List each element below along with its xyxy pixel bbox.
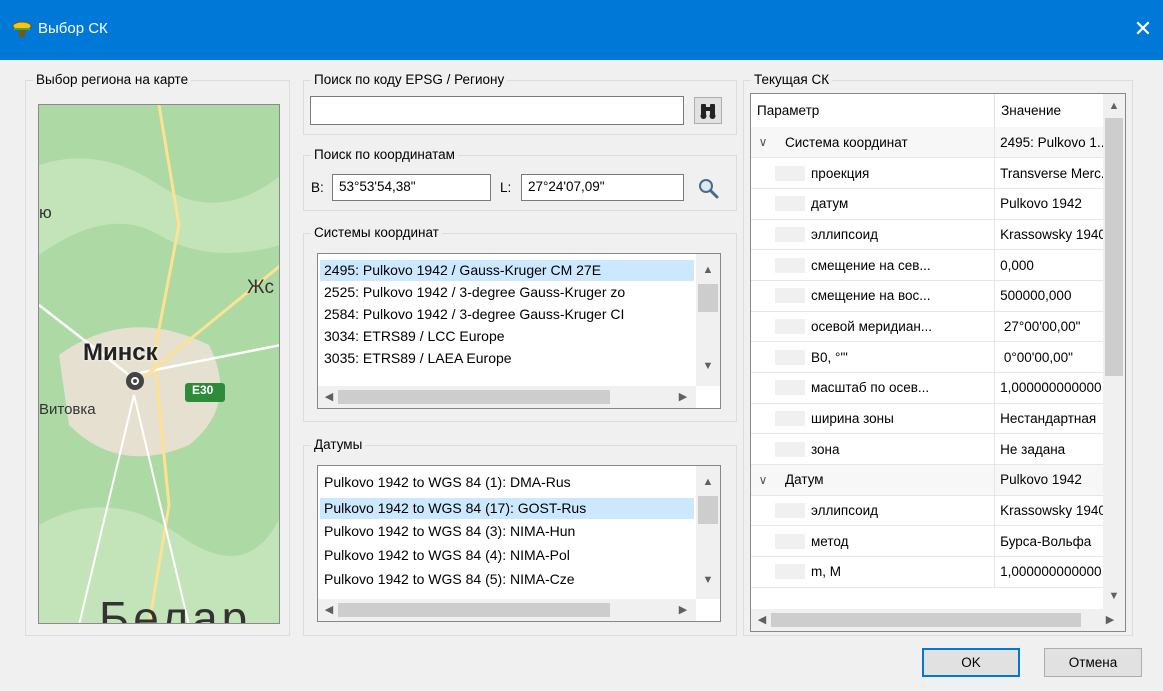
grid-row[interactable]: эллипсоид Krassowsky 1940 bbox=[751, 495, 1125, 527]
scroll-thumb[interactable] bbox=[1105, 118, 1123, 376]
map-label-left: ю bbox=[39, 203, 52, 222]
road-badge: E30 bbox=[192, 383, 214, 397]
coordinate-systems-list[interactable]: 2495: Pulkovo 1942 / Gauss-Kruger CM 27E… bbox=[317, 253, 721, 409]
systems-group-label: Системы координат bbox=[311, 225, 442, 240]
scroll-right-icon[interactable]: ▶ bbox=[676, 390, 690, 403]
title-bar bbox=[0, 0, 1163, 59]
epsg-search-input[interactable] bbox=[310, 96, 684, 125]
ok-button[interactable]: OK bbox=[922, 648, 1020, 677]
horizontal-scrollbar[interactable]: ◀ ▶ bbox=[318, 599, 696, 621]
parameter-name: осевой меридиан... bbox=[811, 318, 933, 334]
properties-table: Параметр Значение ∨ Система координат 2495… bbox=[751, 94, 1125, 588]
scroll-thumb[interactable] bbox=[771, 613, 1081, 627]
scroll-thumb[interactable] bbox=[338, 603, 610, 617]
grid-row[interactable]: ∨ Датум Pulkovo 1942 bbox=[751, 464, 1125, 496]
list-item[interactable]: 2495: Pulkovo 1942 / Gauss-Kruger CM 27E bbox=[320, 260, 694, 281]
scroll-right-icon[interactable]: ▶ bbox=[1103, 613, 1117, 626]
close-icon[interactable]: ✕ bbox=[1128, 14, 1158, 44]
scroll-up-icon[interactable]: ▲ bbox=[1103, 100, 1125, 112]
scroll-thumb[interactable] bbox=[698, 496, 718, 524]
datums-list[interactable]: Pulkovo 1942 to WGS 84 (1): DMA-Rus Pulk… bbox=[317, 465, 721, 622]
list-item[interactable]: Pulkovo 1942 to WGS 84 (3): NIMA-Hun bbox=[324, 521, 690, 542]
parameter-name: Система координат bbox=[785, 134, 908, 150]
cancel-button[interactable]: Отмена bbox=[1044, 648, 1142, 677]
scroll-thumb[interactable] bbox=[698, 284, 718, 312]
grid-row[interactable]: B0, °'" 0°00'00,00" bbox=[751, 341, 1125, 373]
parameter-name: зона bbox=[811, 441, 840, 457]
magnifier-icon[interactable] bbox=[696, 176, 720, 200]
region-map[interactable]: ю Жс Минск Витовка E30 Белар bbox=[38, 104, 280, 624]
grid-row[interactable]: ширина зоны Нестандартная bbox=[751, 403, 1125, 435]
list-item[interactable]: 2584: Pulkovo 1942 / 3-degree Gauss-Krug… bbox=[324, 304, 690, 325]
map-label-bottom: Белар bbox=[99, 592, 252, 624]
grid-row[interactable]: масштаб по осев... 1,000000000000 bbox=[751, 372, 1125, 404]
datums-group-label: Датумы bbox=[311, 437, 366, 452]
app-globe-icon bbox=[11, 19, 33, 39]
b-coordinate-input[interactable]: 53°53'54,38" bbox=[332, 174, 491, 201]
map-group-label: Выбор региона на карте bbox=[33, 72, 192, 87]
column-header-parameter[interactable]: Параметр bbox=[751, 94, 996, 127]
scroll-thumb[interactable] bbox=[338, 390, 610, 404]
scroll-right-icon[interactable]: ▶ bbox=[676, 603, 690, 616]
parameter-name: смещение на сев... bbox=[811, 257, 931, 273]
list-item[interactable]: Pulkovo 1942 to WGS 84 (4): NIMA-Pol bbox=[324, 545, 690, 566]
grid-vertical-scrollbar[interactable]: ▲ ▼ bbox=[1103, 94, 1125, 609]
grid-horizontal-scrollbar[interactable]: ◀ ▶ bbox=[751, 609, 1125, 631]
expand-chevron-icon[interactable]: ∨ bbox=[751, 135, 775, 149]
parameter-name: B0, °'" bbox=[811, 349, 848, 365]
list-item[interactable]: Pulkovo 1942 to WGS 84 (5): NIMA-Cze bbox=[324, 569, 690, 590]
coords-group-label: Поиск по координатам bbox=[311, 147, 458, 162]
expand-chevron-icon[interactable]: ∨ bbox=[751, 473, 775, 487]
parameter-name: ширина зоны bbox=[811, 411, 894, 427]
scroll-down-icon[interactable]: ▼ bbox=[696, 360, 720, 372]
parameter-name: m, M bbox=[811, 564, 841, 580]
parameter-name: эллипсоид bbox=[811, 226, 879, 242]
parameter-name: эллипсоид bbox=[811, 503, 879, 519]
grid-row[interactable]: зона Не задана bbox=[751, 433, 1125, 466]
l-coordinate-input[interactable]: 27°24'07,09" bbox=[521, 174, 684, 201]
list-item[interactable]: 3035: ETRS89 / LAEA Europe bbox=[324, 348, 690, 369]
l-label: L: bbox=[500, 180, 512, 195]
scroll-left-icon[interactable]: ◀ bbox=[755, 613, 769, 626]
list-item[interactable]: Pulkovo 1942 to WGS 84 (17): GOST-Rus bbox=[320, 498, 694, 519]
parameter-name: масштаб по осев... bbox=[811, 380, 930, 396]
scroll-up-icon[interactable]: ▲ bbox=[696, 264, 720, 276]
scroll-left-icon[interactable]: ◀ bbox=[322, 390, 336, 403]
map-label-right: Жс bbox=[247, 277, 275, 298]
parameter-name: смещение на вос... bbox=[811, 288, 931, 304]
parameter-name: метод bbox=[811, 533, 849, 549]
map-label-district: Витовка bbox=[39, 401, 96, 418]
parameter-name: датум bbox=[811, 196, 849, 212]
b-label: B: bbox=[311, 180, 324, 195]
map-label-city: Минск bbox=[83, 339, 158, 366]
grid-row[interactable]: проекция Transverse Merc... bbox=[751, 157, 1125, 189]
grid-row[interactable]: смещение на сев... 0,000 bbox=[751, 249, 1125, 281]
scroll-up-icon[interactable]: ▲ bbox=[696, 476, 720, 488]
grid-row[interactable]: датум Pulkovo 1942 bbox=[751, 188, 1125, 220]
binoculars-icon[interactable] bbox=[694, 97, 722, 124]
list-item[interactable]: 2525: Pulkovo 1942 / 3-degree Gauss-Krug… bbox=[324, 282, 690, 303]
list-item[interactable]: 3034: ETRS89 / LCC Europe bbox=[324, 326, 690, 347]
vertical-scrollbar[interactable]: ▲ ▼ bbox=[696, 466, 720, 599]
grid-row[interactable]: метод Бурса-Вольфа bbox=[751, 525, 1125, 558]
properties-grid[interactable]: Параметр Значение ∨ Система координат 2495… bbox=[750, 93, 1126, 632]
list-item[interactable]: Pulkovo 1942 to WGS 84 (1): DMA-Rus bbox=[324, 472, 690, 493]
scroll-down-icon[interactable]: ▼ bbox=[696, 574, 720, 586]
grid-row[interactable]: осевой меридиан... 27°00'00,00" bbox=[751, 311, 1125, 343]
scroll-down-icon[interactable]: ▼ bbox=[1103, 590, 1125, 602]
horizontal-scrollbar[interactable]: ◀ ▶ bbox=[318, 386, 696, 408]
search-group-label: Поиск по коду EPSG / Региону bbox=[311, 72, 508, 87]
grid-row[interactable]: эллипсоид Krassowsky 1940 bbox=[751, 219, 1125, 251]
window-title: Выбор СК bbox=[38, 20, 108, 37]
scroll-left-icon[interactable]: ◀ bbox=[322, 603, 336, 616]
grid-row[interactable]: m, M 1,000000000000 bbox=[751, 556, 1125, 588]
current-cs-group-label: Текущая СК bbox=[751, 72, 833, 87]
vertical-scrollbar[interactable]: ▲ ▼ bbox=[696, 254, 720, 386]
parameter-name: проекция bbox=[811, 165, 870, 181]
parameter-name: Датум bbox=[785, 472, 824, 488]
grid-row[interactable]: ∨ Система координат 2495: Pulkovo 1... bbox=[751, 127, 1125, 159]
grid-row[interactable]: смещение на вос... 500000,000 bbox=[751, 280, 1125, 312]
